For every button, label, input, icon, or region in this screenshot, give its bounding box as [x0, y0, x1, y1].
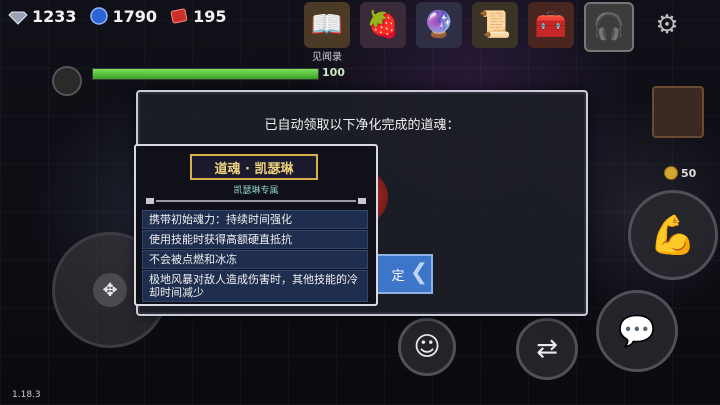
dialog-title: 已自动领取以下净化完成的道魂：	[264, 118, 460, 133]
soul-name-text: 道魂 · 凯瑟琳	[214, 161, 294, 177]
coin-value: 50	[681, 166, 697, 180]
skill-button[interactable]: 💪	[628, 190, 718, 280]
trait-item: 携带初始魂力：持续时间强化	[142, 210, 368, 229]
resource-crystals: 1790	[89, 6, 158, 26]
gem-count: 1233	[32, 6, 77, 26]
speech-bubble-icon: 💬	[618, 313, 656, 349]
confirm-button-label: 定	[391, 268, 405, 284]
trait-item: 使用技能时获得高额硬直抵抗	[142, 230, 368, 249]
dpad-icon: ✥	[93, 273, 127, 307]
gem-icon	[8, 6, 28, 26]
resource-bar: 1233 1790 195	[8, 6, 226, 26]
headset-icon[interactable]: 🎧	[584, 2, 634, 52]
staff-icon[interactable]: 🔮	[416, 2, 462, 48]
trait-item: 不会被点燃和冰冻	[142, 250, 368, 269]
book-icon: 📖	[304, 2, 350, 48]
version-label: 1.18.3	[12, 390, 41, 400]
emote-button[interactable]: ☺	[398, 318, 456, 376]
health-bar-fill	[93, 69, 318, 79]
chest-icon[interactable]: 🧰	[528, 2, 574, 48]
smiley-icon: ☺	[413, 332, 441, 362]
resource-tickets: 195	[169, 6, 226, 26]
health-value: 100	[322, 66, 345, 79]
muscle-arm-icon: 💪	[649, 212, 697, 257]
player-avatar	[52, 66, 82, 96]
player-health	[92, 68, 319, 80]
chat-button[interactable]: 💬	[596, 290, 678, 372]
coin-counter: 50	[664, 166, 696, 180]
menu-journal[interactable]: 📖 见闻录	[304, 2, 350, 63]
soul-name: 道魂 · 凯瑟琳	[190, 154, 318, 180]
treasure-chest-icon[interactable]	[652, 86, 704, 138]
red-ticket-icon	[169, 6, 189, 26]
ticket-count: 195	[193, 6, 227, 26]
card-divider	[146, 198, 366, 204]
health-bar	[92, 68, 319, 80]
coin-icon	[664, 166, 678, 180]
blue-crystal-icon	[89, 6, 109, 26]
soul-tooltip-card: 道魂 · 凯瑟琳 凯瑟琳专属 携带初始魂力：持续时间强化 使用技能时获得高额硬直…	[134, 144, 378, 306]
soul-subtitle: 凯瑟琳专属	[233, 186, 279, 196]
top-menu: 📖 见闻录 🍓 🔮 📜 🧰 🎧 ⚙	[304, 2, 690, 63]
gear-icon[interactable]: ⚙	[644, 2, 690, 48]
fruit-basket-icon[interactable]: 🍓	[360, 2, 406, 48]
switch-weapon-button[interactable]: ⇄	[516, 318, 578, 380]
trait-item: 极地风暴对敌人造成伤害时，其他技能的冷却时间减少	[142, 270, 368, 302]
chevron-left-icon: ❮	[409, 259, 429, 285]
swap-arrows-icon: ⇄	[536, 334, 558, 364]
scroll-icon[interactable]: 📜	[472, 2, 518, 48]
resource-gems: 1233	[8, 6, 77, 26]
menu-journal-label: 见闻录	[312, 52, 342, 63]
crystal-count: 1790	[112, 6, 158, 26]
